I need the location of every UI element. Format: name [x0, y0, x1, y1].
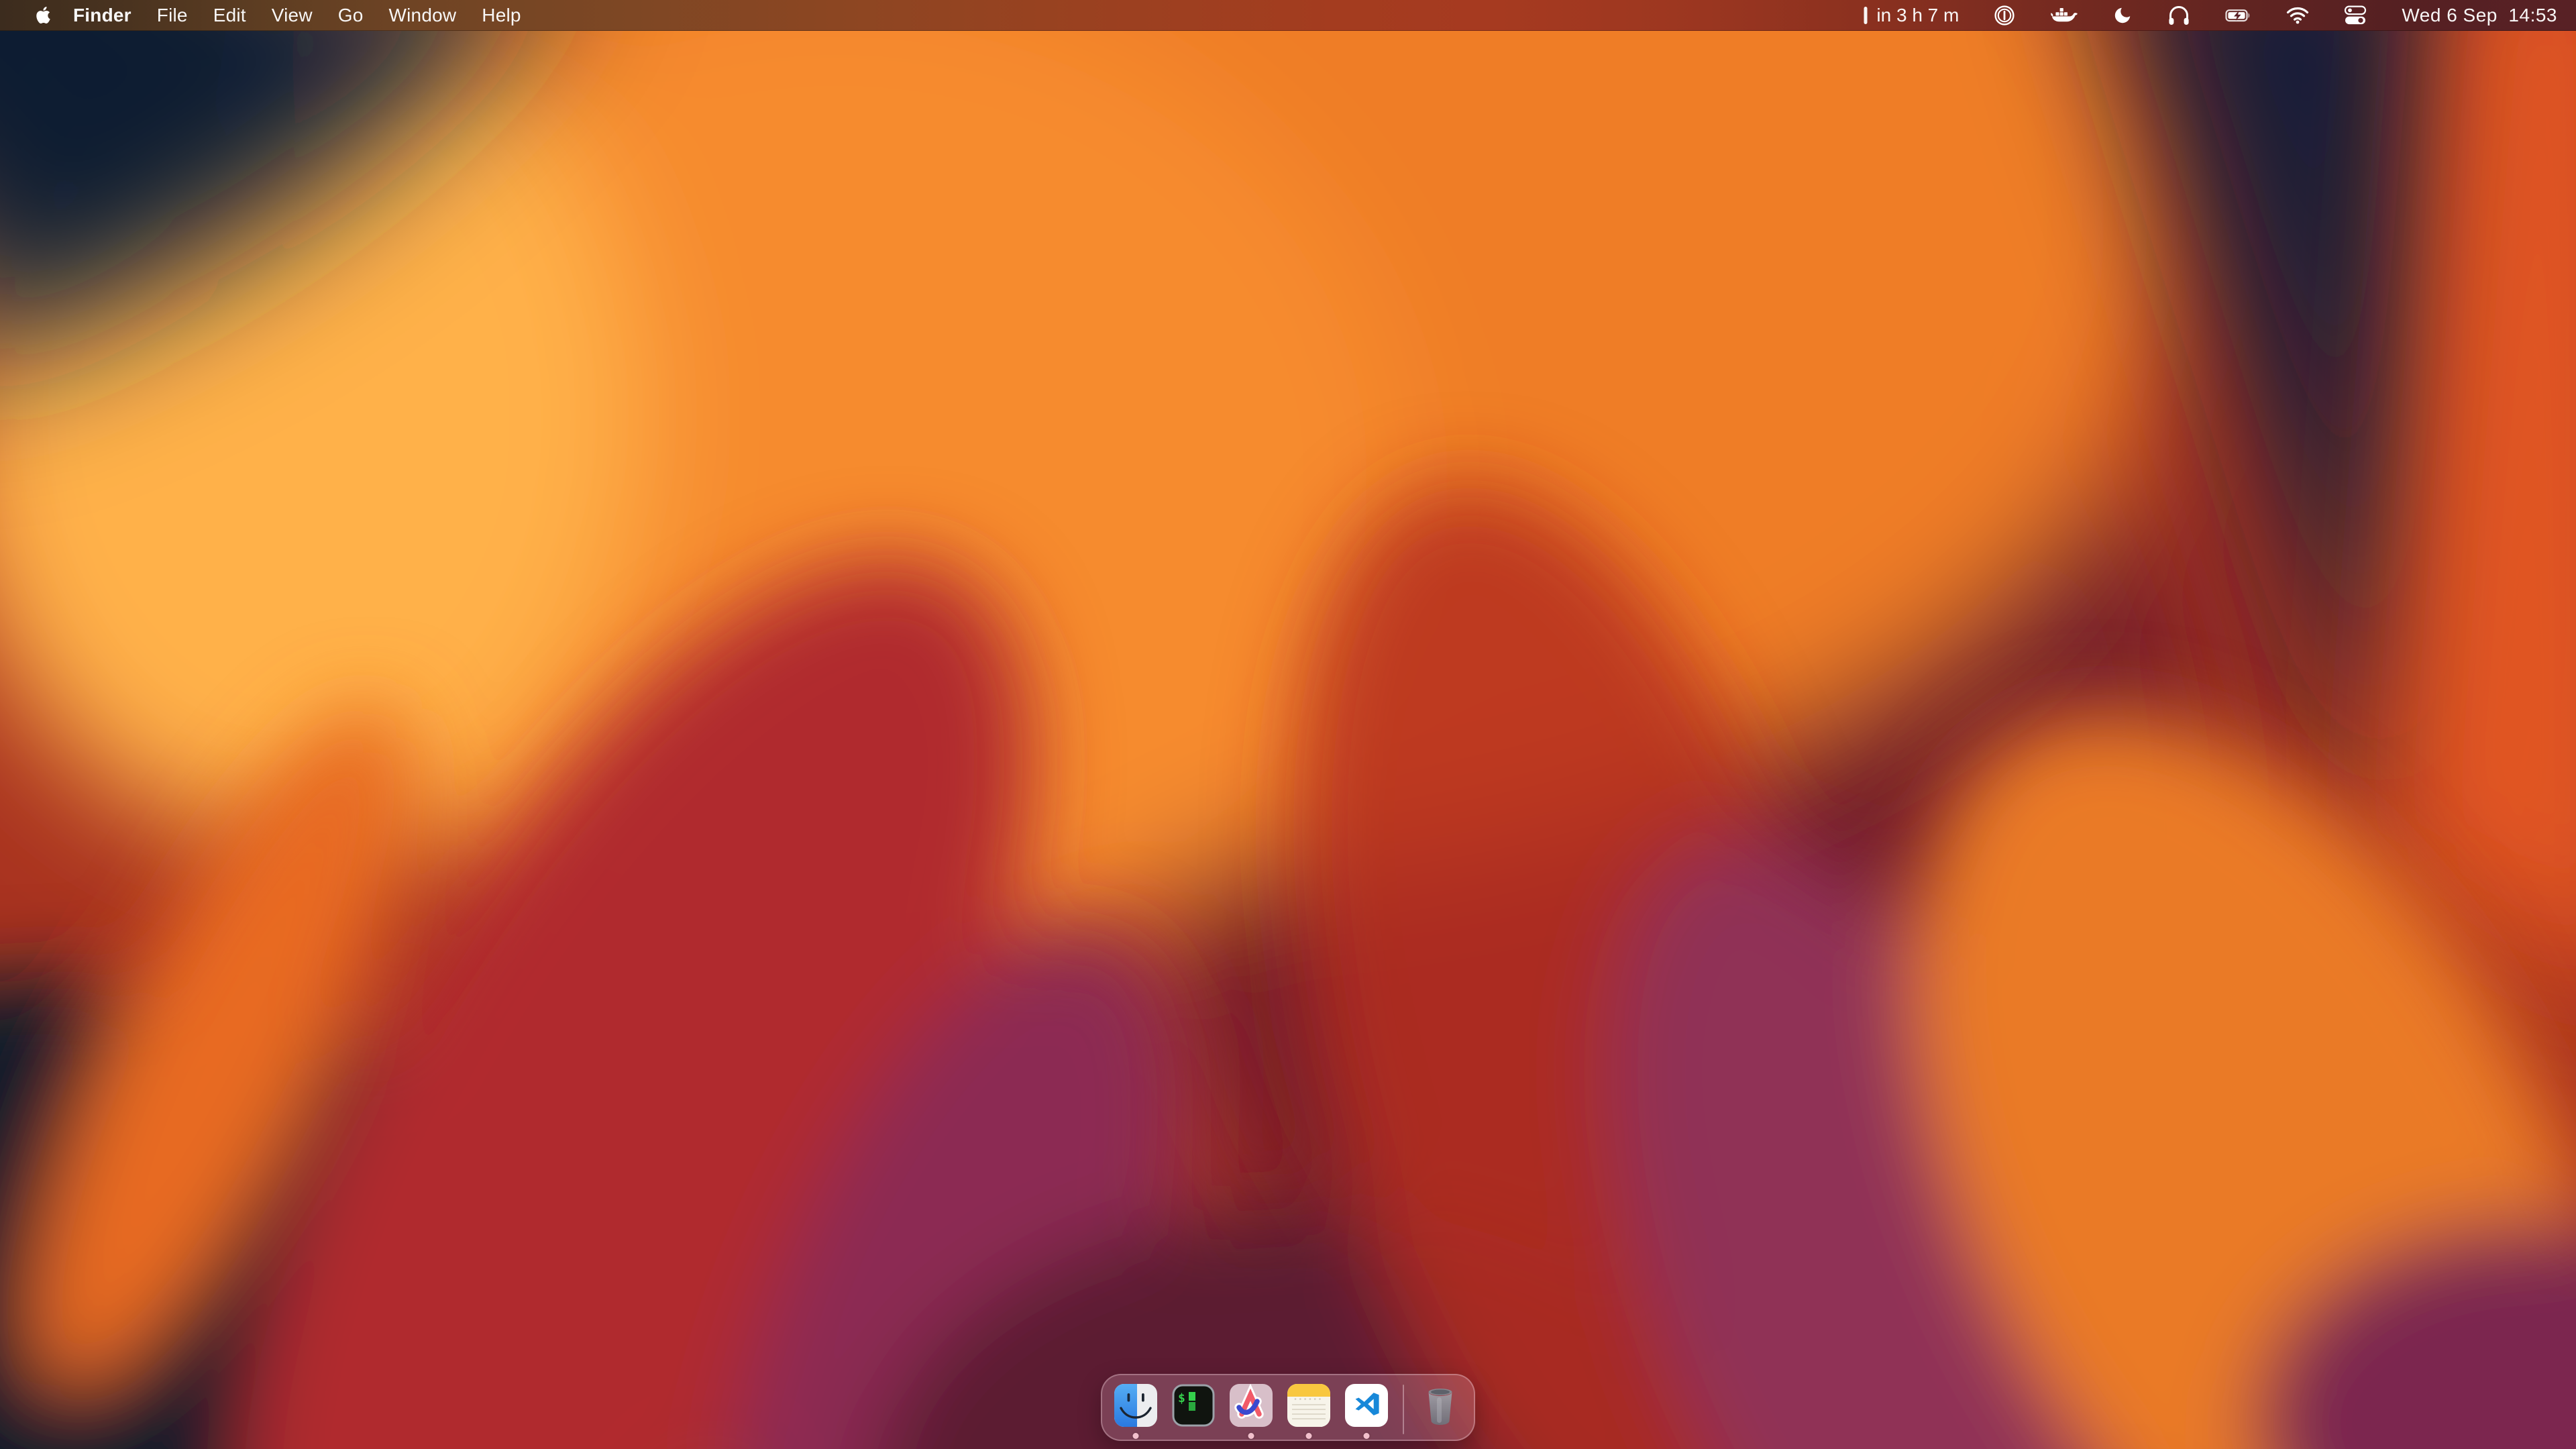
- moon-icon: [2112, 5, 2133, 25]
- menu-bar-left: Finder File Edit View Go Window Help: [35, 0, 521, 30]
- menu-go[interactable]: Go: [338, 0, 364, 31]
- running-indicator: [1248, 1433, 1254, 1439]
- terminal-prompt-glyph: $: [1178, 1391, 1185, 1405]
- menu-bar-status-area: in 3 h 7 m: [1863, 0, 2557, 30]
- running-indicator: [1364, 1433, 1370, 1439]
- menu-edit[interactable]: Edit: [213, 0, 246, 31]
- dock-item-arc[interactable]: [1230, 1384, 1273, 1427]
- power-circle-icon: [1994, 5, 2015, 26]
- vertical-bar-icon: [1863, 6, 1868, 25]
- dock: $: [1101, 1374, 1475, 1441]
- vscode-icon: [1345, 1384, 1388, 1427]
- desktop-wallpaper: [0, 0, 2576, 1449]
- status-focus-timer-app[interactable]: [1994, 0, 2015, 30]
- dock-item-notes[interactable]: [1287, 1384, 1330, 1427]
- finder-icon: [1114, 1384, 1157, 1427]
- docker-whale-icon: [2050, 5, 2078, 25]
- headphones-icon: [2167, 5, 2190, 25]
- timer-countdown-text: in 3 h 7 m: [1876, 5, 1959, 26]
- status-audio-output[interactable]: [2167, 0, 2190, 30]
- running-indicator: [1133, 1433, 1139, 1439]
- arc-browser-icon: [1230, 1384, 1273, 1427]
- menu-help[interactable]: Help: [482, 0, 521, 31]
- status-countdown-timer[interactable]: in 3 h 7 m: [1863, 0, 1959, 30]
- menu-file[interactable]: File: [157, 0, 188, 31]
- dock-item-trash[interactable]: [1419, 1384, 1462, 1427]
- menu-window[interactable]: Window: [389, 0, 457, 31]
- apple-menu[interactable]: [35, 5, 52, 25]
- apple-logo-icon: [35, 5, 52, 25]
- terminal-icon: $: [1172, 1384, 1215, 1427]
- trash-icon: [1419, 1383, 1462, 1428]
- status-wifi[interactable]: [2286, 0, 2309, 30]
- dock-item-vscode[interactable]: [1345, 1384, 1388, 1427]
- running-indicator: [1306, 1433, 1312, 1439]
- status-docker[interactable]: [2050, 0, 2078, 30]
- dock-item-finder[interactable]: [1114, 1384, 1157, 1427]
- menu-bar: Finder File Edit View Go Window Help in …: [0, 0, 2576, 31]
- notes-icon: [1287, 1384, 1330, 1427]
- battery-charging-icon: [2225, 5, 2251, 25]
- ventura-wallpaper-art: [0, 0, 2576, 1449]
- dock-item-terminal[interactable]: $: [1172, 1384, 1215, 1427]
- control-center-icon: [2344, 5, 2367, 26]
- menu-app-name[interactable]: Finder: [73, 0, 131, 31]
- status-focus-mode[interactable]: [2112, 0, 2133, 30]
- menu-bar-clock[interactable]: Wed 6 Sep 14:53: [2402, 0, 2557, 30]
- menu-view[interactable]: View: [272, 0, 313, 31]
- dock-separator: [1403, 1385, 1404, 1434]
- status-battery[interactable]: [2225, 0, 2251, 30]
- wifi-icon: [2286, 6, 2309, 24]
- status-control-center[interactable]: [2344, 0, 2367, 30]
